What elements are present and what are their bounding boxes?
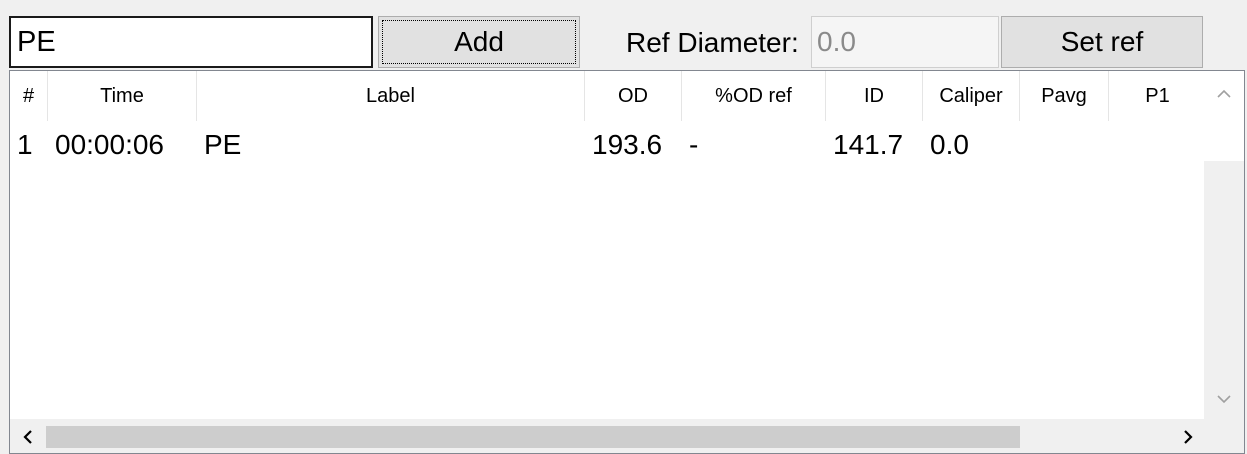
table-row[interactable]: 1 00:00:06 PE 193.6 - 141.7 0.0 <box>10 123 1206 167</box>
cell-od: 193.6 <box>592 129 663 160</box>
ref-diameter-input[interactable]: 0.0 <box>811 16 999 68</box>
cell-id: 141.7 <box>833 129 904 160</box>
chevron-left-icon[interactable] <box>10 419 46 453</box>
list-header: # Time Label OD %OD ref ID Caliper Pavg … <box>10 71 1206 121</box>
vertical-scrollbar[interactable] <box>1204 71 1244 419</box>
measurements-list[interactable]: # Time Label OD %OD ref ID Caliper Pavg … <box>9 70 1245 454</box>
cell-label: PE <box>204 129 242 160</box>
horizontal-scrollbar-thumb[interactable] <box>46 426 1020 448</box>
column-header-number[interactable]: # <box>10 71 48 121</box>
cell-p1 <box>1109 123 1206 167</box>
chevron-right-icon[interactable] <box>1170 419 1206 453</box>
cell-caliper: 0.0 <box>930 129 969 160</box>
horizontal-scrollbar[interactable] <box>10 419 1206 453</box>
column-header-time[interactable]: Time <box>48 71 197 121</box>
add-button-label: Add <box>454 26 504 57</box>
column-header-caliper[interactable]: Caliper <box>923 71 1020 121</box>
label-input[interactable]: PE <box>9 16 373 68</box>
cell-od-ref: - <box>689 129 699 160</box>
toolbar: PE Add Ref Diameter: 0.0 Set ref <box>0 0 1247 70</box>
chevron-up-icon[interactable] <box>1204 73 1244 113</box>
scrollbar-corner <box>1206 419 1244 453</box>
column-header-od-ref[interactable]: %OD ref <box>682 71 826 121</box>
add-button[interactable]: Add <box>378 16 580 68</box>
cell-pavg <box>1020 123 1109 167</box>
ref-diameter-label: Ref Diameter: <box>626 27 799 58</box>
cell-number: 1 <box>17 129 33 160</box>
set-ref-button[interactable]: Set ref <box>1001 16 1203 68</box>
cell-time: 00:00:06 <box>55 129 164 160</box>
column-header-pavg[interactable]: Pavg <box>1020 71 1109 121</box>
column-header-id[interactable]: ID <box>826 71 923 121</box>
set-ref-button-label: Set ref <box>1060 26 1144 57</box>
chevron-down-icon[interactable] <box>1204 379 1244 419</box>
column-header-p1[interactable]: P1 <box>1109 71 1206 121</box>
column-header-od[interactable]: OD <box>585 71 682 121</box>
column-header-label[interactable]: Label <box>197 71 585 121</box>
